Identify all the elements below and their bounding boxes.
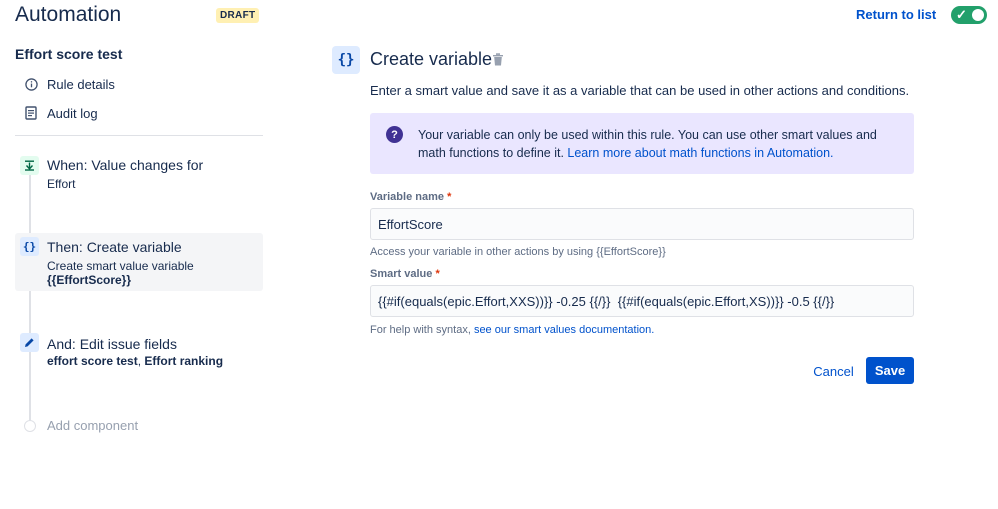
smart-values-docs-link[interactable]: see our smart values documentation. (474, 324, 654, 336)
rule-step-trigger[interactable]: When: Value changes for Effort (15, 152, 263, 196)
sidebar-item-label: Audit log (47, 105, 98, 121)
status-badge: DRAFT (216, 8, 260, 23)
sidebar-divider (15, 135, 263, 136)
step-title: And: Edit issue fields (47, 336, 177, 352)
braces-icon: {} (20, 237, 39, 256)
document-icon (23, 105, 39, 121)
sidebar-item-audit-log[interactable]: Audit log (15, 101, 263, 125)
step-title: When: Value changes for (47, 157, 204, 173)
step-subtitle: effort score test, Effort ranking (47, 354, 223, 368)
toggle-knob (972, 9, 984, 21)
info-message: ? Your variable can only be used within … (370, 113, 914, 174)
smart-value-label: Smart value * (370, 268, 440, 280)
timeline-line (29, 160, 31, 422)
braces-icon: {} (332, 46, 360, 74)
smart-value-input[interactable] (370, 285, 914, 317)
pencil-icon (20, 333, 39, 352)
rule-step-create-variable[interactable]: {} Then: Create variable Create smart va… (15, 233, 263, 291)
add-component-button[interactable]: Add component (15, 416, 263, 436)
sidebar-item-label: Rule details (47, 76, 115, 92)
sidebar-item-rule-details[interactable]: Rule details (15, 72, 263, 96)
trash-icon[interactable] (492, 53, 506, 67)
variable-name-label-text: Variable name (370, 191, 444, 203)
info-icon (23, 76, 39, 92)
math-functions-link[interactable]: Learn more about math functions in Autom… (567, 146, 833, 160)
step-subtitle: Create smart value variable (47, 259, 194, 273)
step-title: Then: Create variable (47, 239, 182, 255)
page-title: Automation (15, 3, 122, 26)
rule-step-edit-issue-fields[interactable]: And: Edit issue fields effort score test… (15, 331, 263, 373)
save-button[interactable]: Save (866, 357, 914, 384)
question-icon: ? (386, 126, 403, 143)
add-component-dot (24, 420, 36, 432)
variable-name-help: Access your variable in other actions by… (370, 246, 666, 258)
return-to-list-link[interactable]: Return to list (856, 7, 936, 22)
step-subtitle: Effort (47, 177, 76, 191)
rule-enabled-toggle[interactable]: ✓ (951, 6, 987, 24)
required-mark: * (447, 191, 452, 203)
variable-name-label: Variable name * (370, 191, 451, 203)
smart-value-help-text: For help with syntax, (370, 324, 474, 336)
rule-name: Effort score test (15, 46, 123, 62)
add-component-label: Add component (47, 418, 139, 433)
step-variable-token: {{EffortScore}} (47, 273, 132, 287)
check-icon: ✓ (956, 7, 967, 22)
step-field-1: effort score test (47, 354, 138, 368)
smart-value-label-text: Smart value (370, 268, 433, 280)
smart-value-help: For help with syntax, see our smart valu… (370, 324, 654, 336)
info-text: Your variable can only be used within th… (418, 126, 898, 162)
step-field-2: Effort ranking (144, 354, 224, 368)
trigger-icon (20, 156, 39, 175)
required-mark: * (435, 268, 440, 280)
panel-title: Create variable (370, 49, 493, 69)
variable-name-input[interactable] (370, 208, 914, 240)
cancel-button[interactable]: Cancel (806, 358, 861, 384)
panel-description: Enter a smart value and save it as a var… (370, 83, 910, 98)
